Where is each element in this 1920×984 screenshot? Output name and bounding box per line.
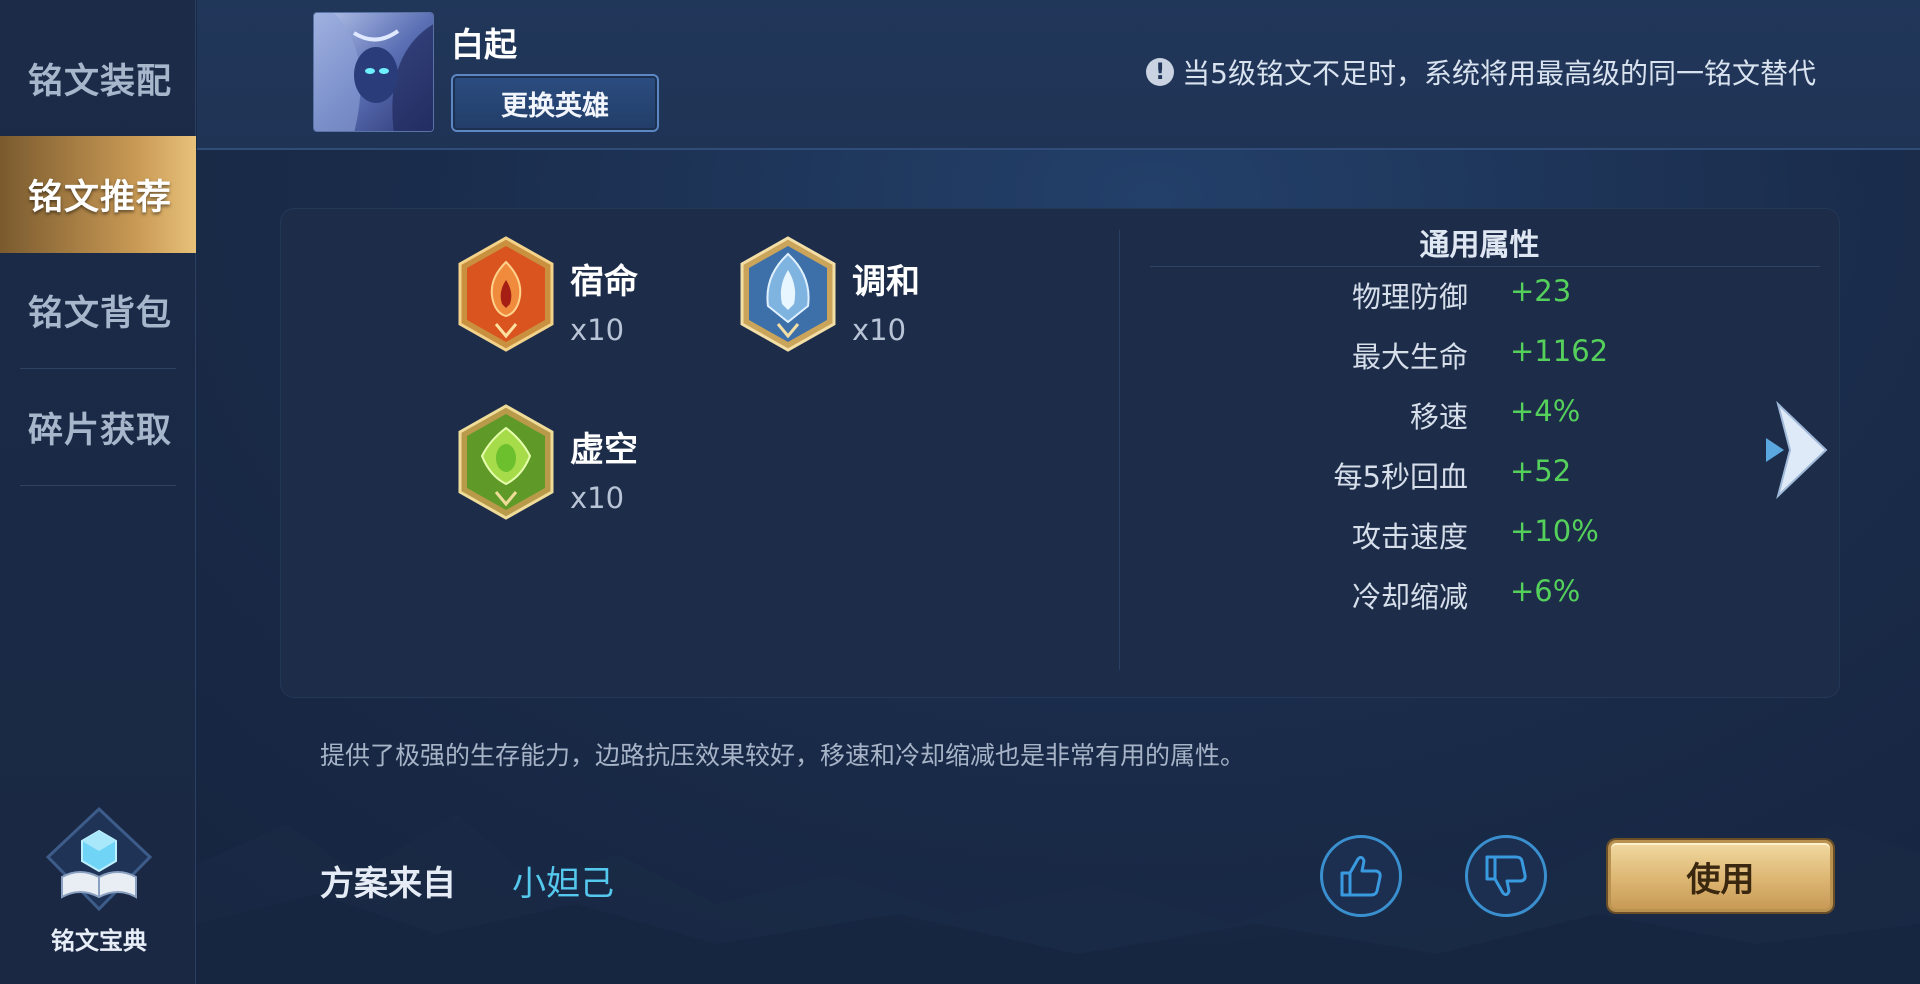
attribute-name: 最大生命	[1351, 340, 1468, 374]
rune-count: x10	[852, 313, 907, 347]
use-plan-button[interactable]: 使用	[1608, 840, 1833, 912]
attribute-value: +1162	[1510, 334, 1609, 368]
rune-item-harmony[interactable]: 调和 x10	[738, 236, 920, 352]
plan-description: 提供了极强的生存能力，边路抗压效果较好，移速和冷却缩减也是非常有用的属性。	[320, 741, 1246, 770]
hero-portrait[interactable]	[313, 12, 434, 132]
attribute-name: 攻击速度	[1351, 520, 1468, 554]
attribute-name: 移速	[1409, 400, 1468, 434]
next-plan-arrow-icon[interactable]	[1764, 400, 1832, 500]
rune-recommend-screen: 铭文装配 铭文推荐 铭文背包 碎片获取 铭文宝典 白起 更换英雄 ! 当5级铭文…	[0, 0, 1920, 984]
attributes-title: 通用属性	[1419, 228, 1540, 263]
rune-notice: ! 当5级铭文不足时，系统将用最高级的同一铭文替代	[1146, 52, 1816, 92]
like-button[interactable]	[1320, 835, 1402, 917]
attribute-value: +23	[1510, 274, 1572, 308]
rune-item-fate[interactable]: 宿命 x10	[456, 236, 638, 352]
dislike-button[interactable]	[1465, 835, 1547, 917]
thumbs-down-icon	[1485, 855, 1527, 897]
info-icon: !	[1146, 58, 1175, 86]
sidebar-item-fragment-obtain[interactable]: 碎片获取	[0, 369, 196, 486]
swap-hero-button[interactable]: 更换英雄	[451, 74, 659, 132]
attribute-value: +10%	[1510, 514, 1599, 548]
harmony-rune-icon	[740, 236, 836, 352]
rune-codex-button[interactable]: 铭文宝典	[34, 805, 164, 955]
rune-name: 宿命	[570, 262, 638, 302]
rune-plan-panel: 宿命 x10 调和 x10 虚空 x10 通用属性 物理防御 +23 最大生命 …	[280, 208, 1840, 698]
sidebar-item-rune-bag[interactable]: 铭文背包	[0, 252, 196, 369]
sidebar-item-rune-recommend[interactable]: 铭文推荐	[0, 136, 196, 253]
attribute-row: 物理防御 +23	[1119, 274, 1840, 314]
sidebar-item-label: 铭文背包	[28, 294, 173, 334]
hero-name: 白起	[451, 25, 517, 64]
attribute-name: 物理防御	[1351, 280, 1468, 314]
notice-text: 当5级铭文不足时，系统将用最高级的同一铭文替代	[1182, 57, 1816, 90]
hero-header: 白起 更换英雄 ! 当5级铭文不足时，系统将用最高级的同一铭文替代	[197, 0, 1920, 150]
rune-name: 虚空	[570, 430, 638, 470]
rune-count: x10	[570, 481, 625, 515]
attribute-name: 每5秒回血	[1333, 460, 1468, 494]
sidebar-item-rune-equip[interactable]: 铭文装配	[0, 20, 196, 137]
fate-rune-icon	[458, 236, 554, 352]
attribute-row: 每5秒回血 +52	[1119, 454, 1840, 494]
sidebar-item-label: 铭文装配	[28, 62, 173, 102]
plan-source-user-link[interactable]: 小妲己	[512, 856, 614, 905]
attribute-row: 冷却缩减 +6%	[1119, 574, 1840, 614]
attribute-row: 攻击速度 +10%	[1119, 514, 1840, 554]
attribute-value: +6%	[1510, 574, 1581, 608]
sidebar-item-label: 铭文推荐	[28, 178, 173, 218]
sidebar-item-label: 碎片获取	[28, 411, 173, 451]
attribute-name: 冷却缩减	[1351, 580, 1468, 614]
rune-codex-icon	[44, 805, 154, 915]
attribute-row: 最大生命 +1162	[1119, 334, 1840, 374]
attributes-divider	[1150, 266, 1820, 267]
sidebar-divider	[20, 485, 176, 486]
rune-count: x10	[570, 313, 625, 347]
attribute-row: 移速 +4%	[1119, 394, 1840, 434]
void-rune-icon	[458, 404, 554, 520]
sidebar: 铭文装配 铭文推荐 铭文背包 碎片获取 铭文宝典	[0, 0, 196, 984]
rune-item-void[interactable]: 虚空 x10	[456, 404, 638, 520]
attribute-value: +52	[1510, 454, 1572, 488]
plan-source-label: 方案来自	[320, 864, 456, 904]
thumbs-up-icon	[1340, 855, 1382, 897]
attribute-value: +4%	[1510, 394, 1581, 428]
rune-name: 调和	[852, 262, 920, 302]
rune-codex-label: 铭文宝典	[51, 927, 147, 955]
